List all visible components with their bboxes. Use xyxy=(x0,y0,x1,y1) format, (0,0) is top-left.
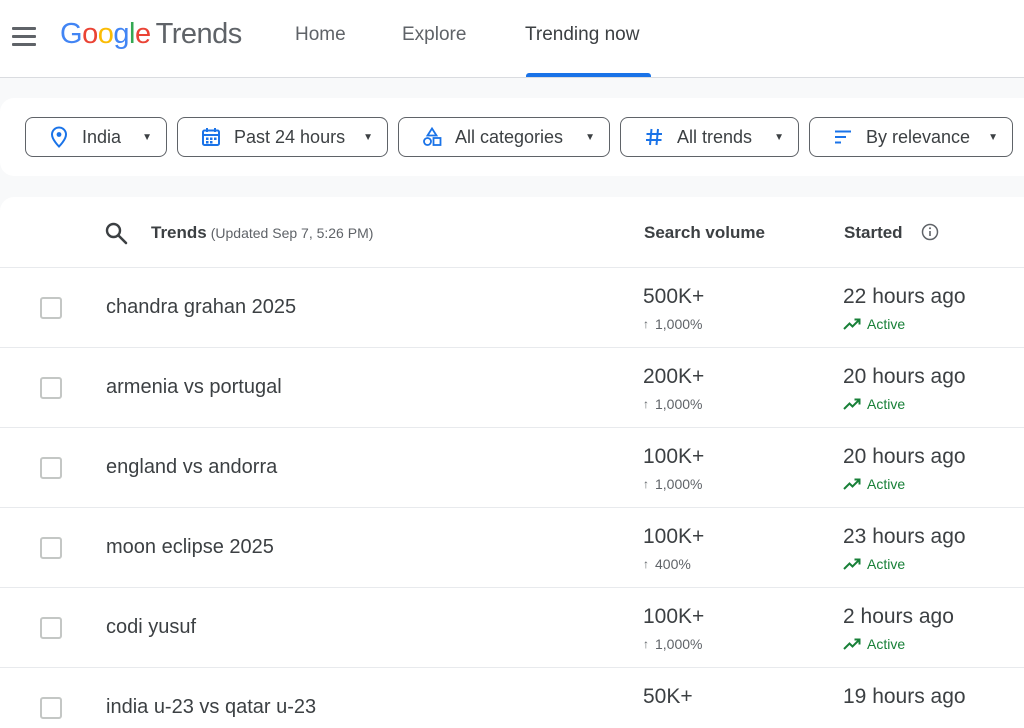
started-time: 22 hours ago xyxy=(843,285,966,308)
trend-term: chandra grahan 2025 xyxy=(106,296,297,318)
started-time: 23 hours ago xyxy=(843,525,966,548)
trend-term: armenia vs portugal xyxy=(106,376,282,398)
volume-increase: ↑ 1,000% xyxy=(643,316,703,332)
trend-term: england vs andorra xyxy=(106,456,278,478)
caret-down-icon: ▼ xyxy=(585,131,595,143)
time-range-filter-chip[interactable]: Past 24 hours ▼ xyxy=(177,117,388,157)
arrow-up-icon: ↑ xyxy=(643,477,649,491)
search-volume-value: 100K+ xyxy=(643,445,705,468)
search-volume-value: 200K+ xyxy=(643,365,705,388)
trend-status: Active xyxy=(843,476,905,492)
updated-timestamp: (Updated Sep 7, 5:26 PM) xyxy=(210,225,374,241)
tab-home[interactable]: Home xyxy=(295,24,346,46)
trend-term: india u-23 vs qatar u-23 xyxy=(106,696,317,718)
location-filter-chip[interactable]: India ▼ xyxy=(25,117,167,157)
location-pin-icon xyxy=(48,126,70,148)
trend-status: Active xyxy=(843,636,905,652)
trends-column-header: Trends (Updated Sep 7, 5:26 PM) xyxy=(151,223,374,242)
category-shapes-icon xyxy=(421,126,443,148)
search-volume-value: 100K+ xyxy=(643,525,705,548)
trending-up-icon xyxy=(843,318,861,330)
arrow-up-icon: ↑ xyxy=(643,557,649,571)
row-checkbox[interactable] xyxy=(40,697,62,719)
row-checkbox[interactable] xyxy=(40,297,62,319)
trending-up-icon xyxy=(843,558,861,570)
tab-explore[interactable]: Explore xyxy=(402,24,466,46)
table-row[interactable]: moon eclipse 2025 100K+ ↑ 400% 23 hours a… xyxy=(0,508,1024,588)
trend-term: codi yusuf xyxy=(106,616,197,638)
trend-status: Active xyxy=(843,556,905,572)
volume-increase: ↑ 1,000% xyxy=(643,636,703,652)
caret-down-icon: ▼ xyxy=(988,131,998,143)
sort-filter-chip[interactable]: By relevance ▼ xyxy=(809,117,1013,157)
search-volume-column-header[interactable]: Search volume xyxy=(644,223,765,243)
trending-up-icon xyxy=(843,478,861,490)
category-filter-label: All categories xyxy=(455,126,564,147)
tab-trending-now[interactable]: Trending now xyxy=(525,24,639,46)
volume-increase: ↑ 400% xyxy=(643,556,691,572)
table-row[interactable]: india u-23 vs qatar u-23 50K+ 19 hours a… xyxy=(0,668,1024,728)
arrow-up-icon: ↑ xyxy=(643,317,649,331)
category-filter-chip[interactable]: All categories ▼ xyxy=(398,117,610,157)
location-filter-label: India xyxy=(82,126,122,147)
calendar-icon xyxy=(200,126,222,148)
arrow-up-icon: ↑ xyxy=(643,397,649,411)
caret-down-icon: ▼ xyxy=(142,131,152,143)
table-header: Trends (Updated Sep 7, 5:26 PM) Search vo… xyxy=(0,197,1024,268)
arrow-up-icon: ↑ xyxy=(643,637,649,651)
top-app-bar: Google Trends Home Explore Trending now xyxy=(0,0,1024,78)
hamburger-menu-icon[interactable] xyxy=(12,27,38,49)
sort-lines-icon xyxy=(832,126,854,148)
search-icon[interactable] xyxy=(104,221,128,245)
trends-table: Trends (Updated Sep 7, 5:26 PM) Search vo… xyxy=(0,197,1024,728)
started-time: 2 hours ago xyxy=(843,605,954,628)
table-row[interactable]: codi yusuf 100K+ ↑ 1,000% 2 hours ago Act… xyxy=(0,588,1024,668)
trend-status: Active xyxy=(843,316,905,332)
started-time: 19 hours ago xyxy=(843,685,966,708)
sort-filter-label: By relevance xyxy=(866,126,971,147)
filter-bar: India ▼ Past 24 hours ▼ All categories ▼… xyxy=(0,98,1024,176)
search-volume-value: 50K+ xyxy=(643,685,693,708)
trend-status-filter-label: All trends xyxy=(677,126,753,147)
time-range-filter-label: Past 24 hours xyxy=(234,126,346,147)
started-column-header[interactable]: Started xyxy=(844,223,903,243)
row-checkbox[interactable] xyxy=(40,377,62,399)
active-tab-indicator xyxy=(526,73,651,77)
trending-up-icon xyxy=(843,638,861,650)
started-time: 20 hours ago xyxy=(843,365,966,388)
hashtag-icon xyxy=(643,126,665,148)
table-row[interactable]: england vs andorra 100K+ ↑ 1,000% 20 hour… xyxy=(0,428,1024,508)
caret-down-icon: ▼ xyxy=(774,131,784,143)
row-checkbox[interactable] xyxy=(40,617,62,639)
volume-increase: ↑ 1,000% xyxy=(643,476,703,492)
google-trends-logo[interactable]: Google Trends xyxy=(60,18,242,51)
trending-up-icon xyxy=(843,398,861,410)
search-volume-value: 100K+ xyxy=(643,605,705,628)
caret-down-icon: ▼ xyxy=(363,131,373,143)
volume-increase: ↑ 1,000% xyxy=(643,396,703,412)
trend-status: Active xyxy=(843,396,905,412)
row-checkbox[interactable] xyxy=(40,537,62,559)
table-row[interactable]: armenia vs portugal 200K+ ↑ 1,000% 20 hou… xyxy=(0,348,1024,428)
table-row[interactable]: chandra grahan 2025 500K+ ↑ 1,000% 22 hou… xyxy=(0,268,1024,348)
trend-term: moon eclipse 2025 xyxy=(106,536,274,558)
info-icon[interactable] xyxy=(921,223,939,241)
search-volume-value: 500K+ xyxy=(643,285,705,308)
row-checkbox[interactable] xyxy=(40,457,62,479)
started-time: 20 hours ago xyxy=(843,445,966,468)
trend-status-filter-chip[interactable]: All trends ▼ xyxy=(620,117,799,157)
